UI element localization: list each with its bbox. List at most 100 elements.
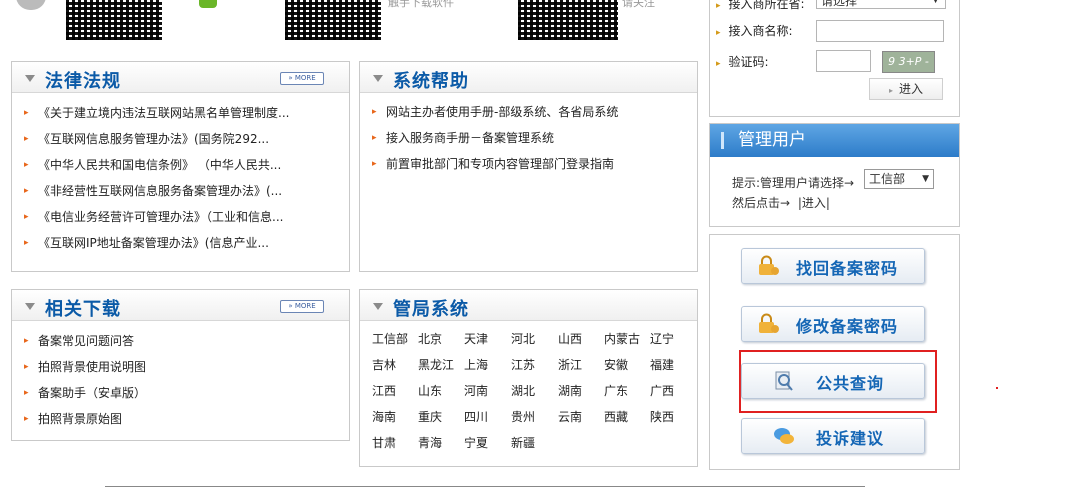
list-item[interactable]: ▸ 《非经营性互联网信息服务备案管理办法》(... [24,178,289,204]
region-link[interactable]: 上海 [464,356,488,373]
region-link[interactable]: 浙江 [558,356,582,373]
region-link[interactable]: 山东 [418,382,442,399]
admin-title: 管理用户 [738,130,806,150]
region-link[interactable]: 内蒙古 [604,330,640,347]
region-link[interactable]: 黑龙江 [418,356,454,373]
panel-header: 管局系统 [360,290,697,321]
bullet-arrow-icon: ▸ [24,362,29,372]
region-link[interactable]: 广东 [604,382,628,399]
list-item[interactable]: ▸ 前置审批部门和专项内容管理部门登录指南 [372,151,618,177]
list-item[interactable]: ▸ 备案助手（安卓版） [24,380,146,406]
list-item[interactable]: ▸ 《电信业务经营许可管理办法》（工业和信息... [24,204,289,230]
region-link[interactable]: 天津 [464,330,488,347]
list-item[interactable]: ▸ 《中华人民共和国电信条例》 （中华人民共... [24,152,289,178]
retrieve-password-label: 找回备案密码 [796,259,899,278]
region-link[interactable]: 安徽 [604,356,628,373]
region-link[interactable]: 北京 [418,330,442,347]
captcha-input[interactable] [816,50,871,72]
region-link[interactable]: 江西 [372,382,396,399]
qr-code-android [285,0,381,40]
region-link[interactable]: 辽宁 [650,330,674,347]
help-panel: 系统帮助 ▸ 网站主办者使用手册-部级系统、各省局系统 ▸ 接入服务商手册－备案管理… [359,61,698,272]
region-link[interactable]: 西藏 [604,408,628,425]
list-item[interactable]: ▸ 《互联网IP地址备案管理办法》(信息产业... [24,230,289,256]
region-link[interactable]: 四川 [464,408,488,425]
panel-header: 法律法规 » MORE [12,62,349,93]
bullet-arrow-icon: ▸ [24,186,29,196]
region-link[interactable]: 湖北 [511,382,535,399]
complaint-button[interactable]: 投诉建议 [741,418,925,454]
public-query-label: 公共查询 [816,374,885,393]
region-link[interactable]: 湖南 [558,382,582,399]
laws-title: 法律法规 [45,71,121,92]
region-link[interactable]: 福建 [650,356,674,373]
region-link[interactable]: 青海 [418,434,442,451]
public-query-button[interactable]: 公共查询 [741,363,925,399]
collapse-triangle-icon [25,75,35,82]
list-item[interactable]: ▸ 《互联网信息服务管理办法》(国务院292... [24,126,289,152]
region-link[interactable]: 甘肃 [372,434,396,451]
region-link[interactable]: 河北 [511,330,535,347]
region-link[interactable]: 山西 [558,330,582,347]
downloads-title: 相关下载 [45,299,121,320]
collapse-triangle-icon [25,303,35,310]
region-link[interactable]: 陕西 [650,408,674,425]
collapse-triangle-icon [373,75,383,82]
bullet-arrow-icon: ▸ [24,212,29,222]
region-link[interactable]: 吉林 [372,356,396,373]
downloads-panel: 相关下载 » MORE ▸ 备案常见问题问答 ▸ 拍照背景使用说明图 ▸ 备案助手（安… [11,289,350,441]
more-button[interactable]: » MORE [280,72,324,85]
admin-enter-link[interactable]: |进入| [798,196,830,210]
chat-bubbles-icon [774,428,794,444]
region-link[interactable]: 工信部 [372,330,408,347]
list-item[interactable]: ▸ 网站主办者使用手册-部级系统、各省局系统 [372,99,618,125]
list-item[interactable]: ▸ 《关于建立境内违法互联网站黑名单管理制度... [24,100,289,126]
admin-then-click: 然后点击→ |进入| [732,196,830,210]
access-name-label: 接入商名称: [728,24,793,38]
retrieve-password-button[interactable]: 找回备案密码 [741,248,925,284]
region-link[interactable]: 贵州 [511,408,535,425]
region-link[interactable]: 海南 [372,408,396,425]
apple-icon [16,0,46,10]
bullet-arrow-icon: ▸ [372,107,377,117]
region-link[interactable]: 新疆 [511,434,535,451]
admin-hint: 提示:管理用户请选择→ [732,176,855,190]
bullet-arrow-icon: ▸ [24,336,29,346]
bureau-panel: 管局系统 工信部 北京 天津 河北 山西 内蒙古 辽宁吉林 黑龙江 上海 江苏 浙江 安徽 福建江西 山东… [359,289,698,467]
region-link[interactable]: 云南 [558,408,582,425]
list-item[interactable]: ▸ 拍照背景原始图 [24,406,146,432]
modify-password-label: 修改备案密码 [796,317,899,336]
region-link[interactable]: 重庆 [418,408,442,425]
list-item[interactable]: ▸ 接入服务商手册－备案管理系统 [372,125,618,151]
qr-code-wechat [518,0,618,40]
enter-button[interactable]: ▸ 进入 [869,78,943,100]
list-item[interactable]: ▸ 拍照背景使用说明图 [24,354,146,380]
list-item[interactable]: ▸ 备案常见问题问答 [24,328,146,354]
laws-panel: 法律法规 » MORE ▸ 《关于建立境内违法互联网站黑名单管理制度... ▸ 《互… [11,61,350,272]
admin-header: 管理用户 [710,124,959,157]
bullet-arrow-icon: ▸ [24,108,29,118]
region-link[interactable]: 江苏 [511,356,535,373]
access-bureau-select[interactable]: 请选择 ▼ [816,0,946,9]
bullet-arrow-icon: ▸ [372,133,377,143]
footer-divider [105,486,865,487]
more-button[interactable]: » MORE [280,300,324,313]
android-icon [199,0,217,8]
red-dot [996,387,998,389]
modify-password-button[interactable]: 修改备案密码 [741,306,925,342]
captcha-row: ▸ 验证码: [716,55,769,69]
access-bureau-label: 接入商所在省: [728,0,805,11]
admin-bureau-select[interactable]: 工信部 ▼ [864,169,934,189]
captcha-image[interactable]: 9 3+P - [882,51,935,73]
lock-key-icon [759,255,779,275]
panel-header: 相关下载 » MORE [12,290,349,321]
region-link[interactable]: 广西 [650,382,674,399]
help-title: 系统帮助 [393,71,469,92]
bureau-title: 管局系统 [393,299,469,320]
region-link[interactable]: 宁夏 [464,434,488,451]
bullet-arrow-icon: ▸ [24,238,29,248]
bullet-arrow-icon: ▸ [24,388,29,398]
access-name-input[interactable] [816,20,944,42]
region-link[interactable]: 河南 [464,382,488,399]
collapse-triangle-icon [373,303,383,310]
